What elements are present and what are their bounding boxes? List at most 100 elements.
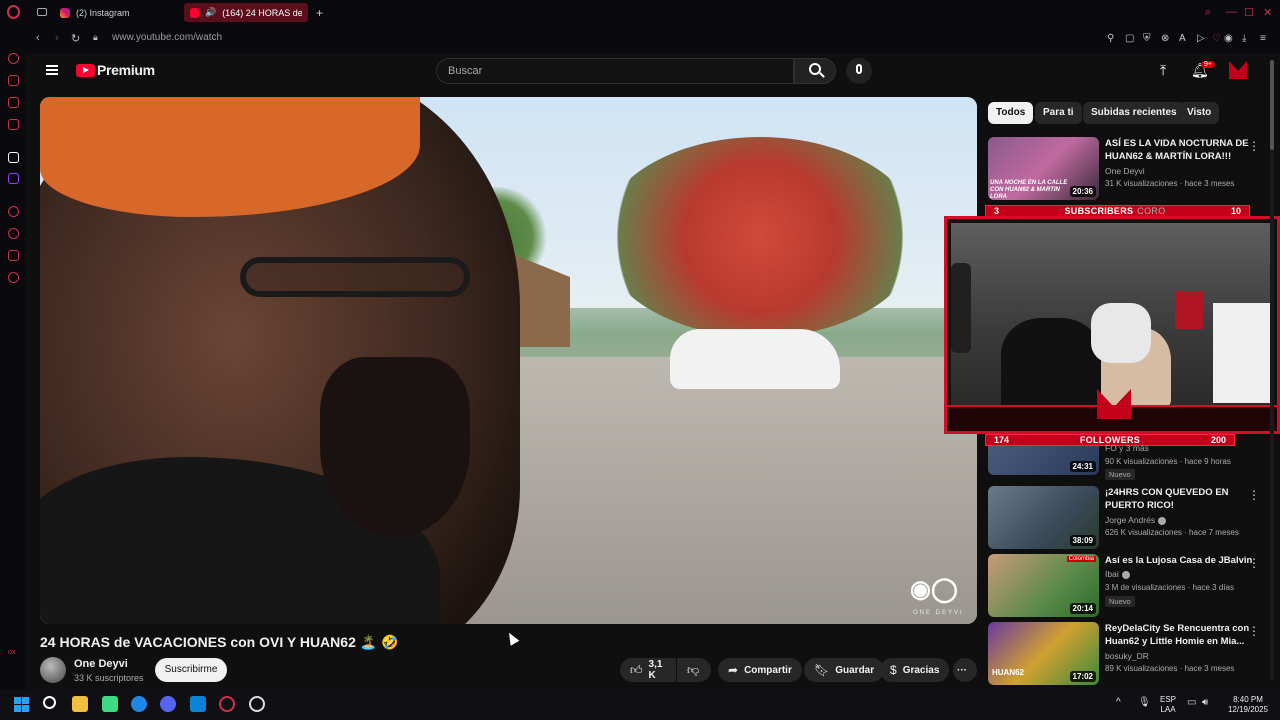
list-item[interactable]: UNA NOCHE EN LA CALLE CON HUAN62 & MARTI… — [988, 137, 1268, 201]
speaker-icon[interactable]: 🔊 — [205, 7, 216, 18]
keyboard-language[interactable]: ESP LAA — [1158, 695, 1178, 715]
sidebar-player-icon[interactable] — [8, 206, 19, 217]
sidebar-refresh-icon[interactable] — [8, 53, 19, 64]
mic-icon — [856, 64, 862, 74]
channel-avatar[interactable] — [40, 657, 66, 683]
tab-youtube[interactable]: 🔊 (164) 24 HORAS de V — [184, 3, 308, 22]
sidebar-instagram-icon[interactable] — [8, 119, 19, 130]
url-field[interactable]: www.youtube.com/watch — [112, 32, 222, 43]
menu-icon[interactable]: ≡ — [1260, 33, 1266, 44]
upload-icon[interactable]: ⤒ — [1160, 62, 1166, 79]
more-vert-icon[interactable]: ⋮ — [1248, 488, 1260, 502]
vpn-icon[interactable]: ⊗ — [1161, 33, 1169, 44]
scrollbar-thumb[interactable] — [1270, 60, 1274, 150]
hamburger-menu-icon[interactable] — [46, 65, 58, 75]
rec-channel[interactable]: One Deyvi — [1105, 166, 1145, 176]
tray-chevron-icon[interactable]: ^ — [1116, 697, 1121, 708]
chip-subidas-recientes[interactable]: Subidas recientes — [1083, 102, 1185, 124]
instagram-icon — [60, 7, 70, 18]
list-item[interactable]: HUAN62 17:02 ReyDelaCity Se Rencuentra c… — [988, 622, 1268, 686]
youtube-brand[interactable]: Premium — [97, 62, 155, 78]
rec-channel[interactable]: Ibai — [1105, 569, 1130, 579]
opera-gx-icon[interactable] — [219, 696, 235, 712]
list-item[interactable]: 38:09 ¡24HRS CON QUEVEDO EN PUERTO RICO!… — [988, 486, 1268, 550]
close-icon[interactable]: ✕ — [1263, 6, 1272, 19]
windows-start-icon[interactable] — [14, 697, 29, 712]
rec-channel[interactable]: bosuky_DR — [1105, 651, 1149, 661]
more-vert-icon[interactable]: ⋮ — [1248, 139, 1260, 153]
list-item[interactable]: 24:31 FO y 3 más 90 K visualizaciones · … — [988, 443, 1268, 480]
player-icon[interactable]: ▷ — [1197, 33, 1205, 44]
rec-title[interactable]: ASÍ ES LA VIDA NOCTURNA DE HUAN62 & MART… — [1105, 137, 1255, 163]
account-icon[interactable]: ◉ — [1224, 33, 1233, 44]
back-icon[interactable]: ‹ — [36, 32, 40, 44]
tray-mic-icon[interactable]: 🎙︎ — [1138, 697, 1151, 708]
video-thumbnail[interactable]: Colombia 20:14 — [988, 554, 1099, 617]
channel-name[interactable]: One Deyvi — [74, 658, 128, 670]
pin-icon[interactable]: ⚲ — [1107, 33, 1114, 44]
search-input[interactable]: Buscar — [436, 58, 794, 84]
scrollbar[interactable] — [1270, 60, 1274, 680]
snapshot-icon[interactable]: ▢ — [1125, 33, 1134, 44]
heart-icon[interactable]: ♡ — [1212, 33, 1221, 44]
translate-icon[interactable]: A — [1179, 33, 1186, 44]
subscribers-goal: 10 — [1230, 206, 1241, 216]
maximize-icon[interactable]: ☐ — [1244, 6, 1254, 19]
edge-icon[interactable] — [131, 696, 147, 712]
list-item[interactable]: Colombia 20:14 Así es la Lujosa Casa de … — [988, 554, 1268, 618]
sidebar-twitch-icon[interactable] — [8, 173, 19, 184]
video-thumbnail[interactable]: UNA NOCHE EN LA CALLE CON HUAN62 & MARTI… — [988, 137, 1099, 200]
rec-channel[interactable]: FO y 3 más — [1105, 443, 1149, 453]
chip-todos[interactable]: Todos — [988, 102, 1034, 124]
video-thumbnail[interactable]: 38:09 — [988, 486, 1099, 549]
video-thumbnail[interactable]: 24:31 — [988, 446, 1099, 475]
discord-icon[interactable] — [160, 696, 176, 712]
sidebar-bag-icon[interactable] — [8, 75, 19, 86]
sidebar-tiktok-icon[interactable] — [8, 152, 19, 163]
voice-search-button[interactable] — [846, 58, 872, 84]
taskbar-search-icon[interactable] — [43, 696, 56, 709]
opera-logo-icon[interactable] — [7, 5, 20, 19]
sidebar-gx-label[interactable]: ox — [8, 649, 15, 656]
youtube-logo-icon[interactable] — [76, 64, 95, 77]
thumbs-up-icon: 👍︎ — [630, 662, 643, 677]
search-button[interactable] — [794, 58, 836, 84]
android-studio-icon[interactable] — [102, 696, 118, 712]
network-icon[interactable]: ▭ — [1187, 697, 1196, 708]
file-explorer-icon[interactable] — [72, 696, 88, 712]
save-button[interactable]: 🔖︎ Guardar — [804, 658, 885, 682]
minimize-icon[interactable]: — — [1226, 6, 1237, 18]
tab-instagram[interactable]: (2) Instagram — [54, 3, 179, 22]
more-vert-icon[interactable]: ⋮ — [1248, 624, 1260, 638]
tab-stack-icon[interactable] — [37, 8, 47, 16]
reload-icon[interactable]: ↻ — [71, 32, 80, 45]
rec-title[interactable]: ¡24HRS CON QUEVEDO EN PUERTO RICO! — [1105, 486, 1255, 512]
sidebar-cube-icon[interactable] — [8, 250, 19, 261]
steam-icon[interactable] — [249, 696, 265, 712]
rec-channel[interactable]: Jorge Andrés — [1105, 515, 1167, 525]
thanks-button[interactable]: $ Gracias — [880, 658, 950, 682]
video-player[interactable]: ◉◯ ONE DEYVI — [40, 97, 977, 624]
sidebar-messenger-icon[interactable] — [8, 97, 19, 108]
subscribe-button[interactable]: Suscribirme — [155, 658, 227, 682]
clock[interactable]: 8:40 PM 12/19/2025 — [1222, 695, 1274, 715]
rec-title[interactable]: Así es la Lujosa Casa de JBalvin — [1105, 554, 1255, 567]
chip-visto[interactable]: Visto — [1179, 102, 1220, 124]
forward-icon[interactable]: › — [55, 32, 59, 44]
rec-title[interactable]: ReyDelaCity Se Rencuentra con Huan62 y L… — [1105, 622, 1255, 648]
more-vert-icon[interactable]: ⋮ — [1248, 556, 1260, 570]
more-actions-button[interactable]: ··· — [953, 658, 977, 682]
chip-para-ti[interactable]: Para ti — [1035, 102, 1082, 124]
download-icon[interactable]: ⤓ — [1242, 33, 1246, 44]
search-tabs-icon[interactable]: ⌕ — [1205, 6, 1211, 19]
app-icon[interactable] — [190, 696, 206, 712]
shield-icon[interactable]: ⛨ — [1143, 33, 1151, 44]
new-tab-button[interactable]: + — [310, 3, 329, 22]
dislike-button[interactable]: 👎︎ — [677, 658, 711, 682]
like-button[interactable]: 👍︎ 3,1 K — [620, 658, 676, 682]
volume-icon[interactable]: 🔊︎ — [1202, 697, 1208, 708]
video-thumbnail[interactable]: HUAN62 17:02 — [988, 622, 1099, 685]
sidebar-settings-icon[interactable] — [8, 272, 19, 283]
sidebar-history-icon[interactable] — [8, 228, 19, 239]
share-button[interactable]: ➦ Compartir — [718, 658, 802, 682]
